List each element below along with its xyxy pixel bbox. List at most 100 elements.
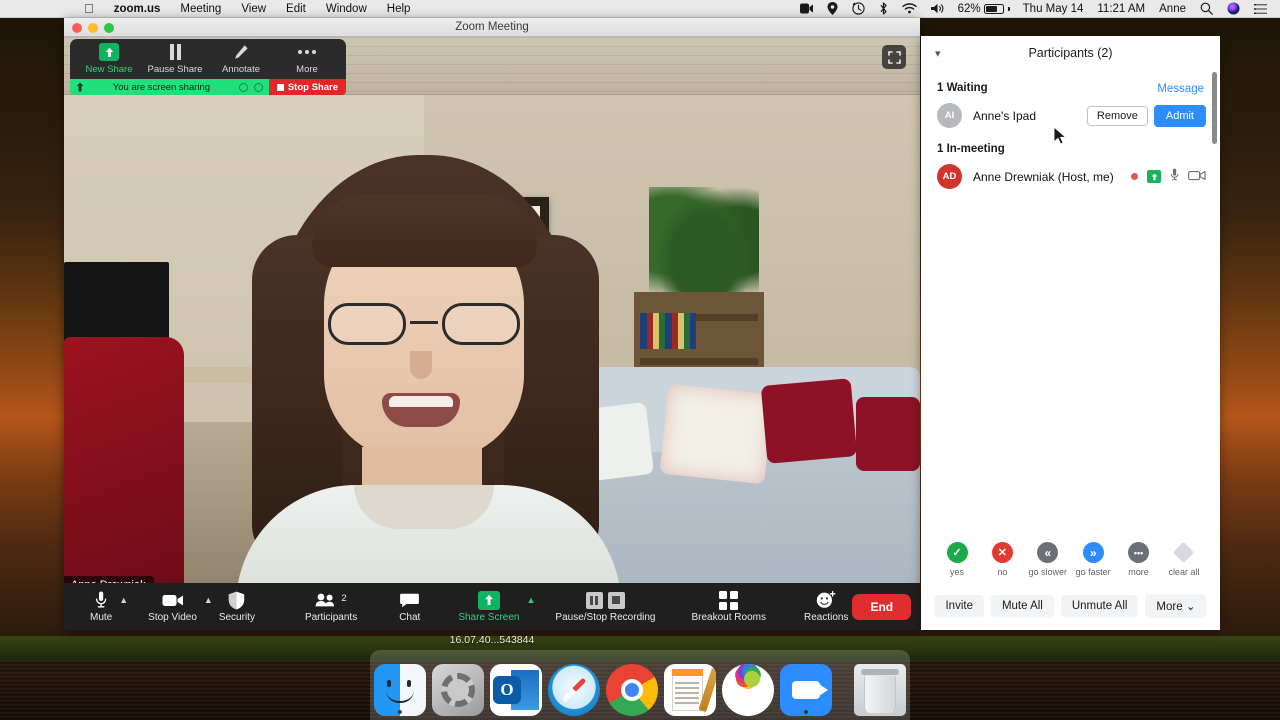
participants-list[interactable]: 1 Waiting Message AI Anne's Ipad Remove … (921, 70, 1220, 536)
reaction-more[interactable]: ••• more (1117, 542, 1161, 577)
battery-status[interactable]: 62% (952, 3, 1016, 15)
new-share-button[interactable]: New Share (76, 43, 142, 75)
people-icon: 2 (315, 590, 347, 610)
participants-scrollbar[interactable] (1212, 72, 1217, 144)
waiting-participant-row[interactable]: AI Anne's Ipad Remove Admit (921, 100, 1220, 131)
webcam-person (214, 155, 634, 602)
menu-item-meeting[interactable]: Meeting (170, 0, 231, 18)
chat-label: Chat (399, 612, 421, 623)
control-center-icon[interactable] (1247, 3, 1274, 14)
more-share-button[interactable]: More (274, 43, 340, 75)
stop-video-button[interactable]: Stop Video (144, 583, 201, 630)
end-meeting-button[interactable]: End (852, 593, 912, 620)
participants-count: 2 (341, 593, 347, 604)
stop-video-label: Stop Video (148, 612, 197, 623)
pause-stop-icon (585, 590, 625, 610)
reaction-yes-label: yes (949, 567, 964, 577)
window-traffic-lights[interactable] (72, 23, 114, 33)
minimize-button[interactable] (88, 23, 98, 33)
check-indicator-icon (253, 82, 263, 92)
reaction-yes[interactable]: ✓ yes (935, 542, 979, 577)
dock-item-trash[interactable] (854, 664, 906, 716)
reactions-button[interactable]: Reactions (800, 583, 852, 630)
more-button[interactable]: More ⌄ (1145, 594, 1207, 618)
admit-button[interactable]: Admit (1153, 104, 1206, 127)
fullscreen-icon[interactable] (882, 45, 906, 69)
bluetooth-icon[interactable] (872, 2, 895, 15)
in-meeting-participant-row[interactable]: AD Anne Drewniak (Host, me) (921, 161, 1220, 192)
menu-item-zoomus[interactable]: zoom.us (104, 0, 171, 18)
maximize-button[interactable] (104, 23, 114, 33)
menu-item-view[interactable]: View (231, 0, 276, 18)
shield-icon (228, 590, 245, 610)
volume-icon[interactable] (924, 3, 952, 14)
participants-panel: ▾ Participants (2) 1 Waiting Message AI … (921, 36, 1220, 630)
security-button[interactable]: Security (215, 583, 259, 630)
menu-item-help[interactable]: Help (377, 0, 421, 18)
menu-user[interactable]: Anne (1152, 0, 1193, 18)
reaction-go-faster[interactable]: » go faster (1071, 542, 1115, 577)
chevron-down-icon[interactable]: ▾ (935, 47, 941, 60)
apple-icon[interactable]:  (74, 1, 104, 17)
nonverbal-feedback-bar: ✓ yes ✕ no « go slower » go faster ••• m… (921, 536, 1220, 585)
up-arrow-icon (477, 590, 500, 610)
share-screen-button[interactable]: Share Screen (454, 583, 523, 630)
search-icon[interactable] (1193, 2, 1220, 15)
zoom-meeting-window: Zoom Meeting New Share Pause Share Annot… (64, 18, 920, 630)
unmute-all-button[interactable]: Unmute All (1060, 595, 1139, 617)
video-camera-icon (162, 590, 184, 610)
pause-icon (142, 43, 208, 61)
video-group: Stop Video ▲ (144, 583, 215, 630)
screen-share-icon (1147, 170, 1161, 183)
screen-record-icon[interactable] (793, 3, 820, 14)
video-options-chevron-up-icon[interactable]: ▲ (204, 595, 213, 605)
microphone-icon[interactable] (1170, 168, 1179, 186)
dock-item-chrome[interactable] (606, 664, 658, 716)
recording-dot-icon (1131, 173, 1138, 180)
chat-button[interactable]: Chat (395, 583, 424, 630)
video-camera-icon[interactable] (1188, 168, 1206, 186)
dock-item-system-preferences[interactable] (432, 664, 484, 716)
share-meeting-id: 16.07.40...543844 (449, 634, 535, 646)
annotate-button[interactable]: Annotate (208, 43, 274, 75)
mute-button[interactable]: Mute (86, 583, 116, 630)
double-left-icon: « (1037, 542, 1059, 563)
sharing-status: You are screen sharing (70, 79, 269, 95)
reaction-no[interactable]: ✕ no (980, 542, 1024, 577)
double-right-icon: » (1082, 542, 1104, 563)
participants-button[interactable]: 2 Participants (301, 583, 361, 630)
location-icon[interactable] (820, 2, 845, 15)
video-stage: New Share Pause Share Annotate More You … (64, 37, 920, 602)
close-button[interactable] (72, 23, 82, 33)
message-link[interactable]: Message (1157, 83, 1204, 95)
dock-item-finder[interactable] (374, 664, 426, 716)
pause-share-button[interactable]: Pause Share (142, 43, 208, 75)
mute-options-chevron-up-icon[interactable]: ▲ (119, 595, 128, 605)
time-machine-icon[interactable] (845, 2, 872, 15)
share-options-chevron-up-icon[interactable]: ▲ (526, 595, 535, 605)
share-status-bar: You are screen sharing Stop Share (70, 79, 346, 95)
dock-item-safari[interactable] (548, 664, 600, 716)
dock-item-photos[interactable] (722, 664, 774, 716)
window-titlebar: Zoom Meeting (64, 18, 920, 37)
reaction-clear-all[interactable]: clear all (1162, 541, 1206, 577)
wifi-icon[interactable] (895, 3, 924, 14)
reaction-go-slower-label: go slower (1028, 567, 1068, 577)
dock-item-zoom[interactable] (780, 664, 832, 716)
breakout-rooms-button[interactable]: Breakout Rooms (687, 583, 769, 630)
menu-clock[interactable]: 11:21 AM (1090, 0, 1152, 18)
dock-item-outlook[interactable]: O (490, 664, 542, 716)
menu-item-window[interactable]: Window (316, 0, 377, 18)
reactions-label: Reactions (803, 612, 849, 623)
siri-icon[interactable] (1220, 2, 1247, 15)
menu-item-edit[interactable]: Edit (276, 0, 316, 18)
mute-all-button[interactable]: Mute All (990, 595, 1054, 617)
reaction-more-label: more (1128, 567, 1149, 577)
mute-group: Mute ▲ (86, 583, 130, 630)
stop-share-button[interactable]: Stop Share (268, 79, 346, 95)
pause-stop-recording-button[interactable]: Pause/Stop Recording (551, 583, 659, 630)
remove-button[interactable]: Remove (1086, 105, 1148, 126)
invite-button[interactable]: Invite (934, 595, 984, 617)
reaction-go-slower[interactable]: « go slower (1026, 542, 1070, 577)
dock-item-pages[interactable] (664, 664, 716, 716)
